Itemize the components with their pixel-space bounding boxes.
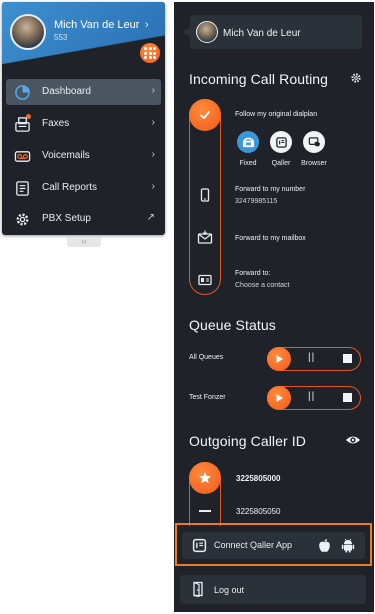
routing-option-label: Follow my original dialplan — [235, 111, 318, 118]
user-name: Mich Van de Leur — [223, 28, 301, 39]
browser-app-button[interactable] — [303, 131, 325, 153]
queue-play-button[interactable] — [267, 347, 291, 371]
panel-pointer — [183, 27, 190, 37]
dialpad-button[interactable] — [140, 43, 160, 63]
caller-id-number[interactable]: 3225805050 — [236, 507, 281, 516]
voicemail-icon — [14, 151, 31, 162]
chevron-right-icon: › — [151, 117, 155, 128]
app-label-qaller: Qaller — [271, 160, 291, 167]
chevron-right-icon: › — [151, 149, 155, 160]
app-label-fixed: Fixed — [239, 160, 257, 167]
sidebar-item-label: Faxes — [42, 118, 70, 129]
sidebar-item-label: Call Reports — [42, 182, 98, 193]
external-link-icon: ↗ — [146, 212, 155, 223]
user-name: Mich Van de Leur — [54, 19, 140, 31]
sidebar-item-label: PBX Setup — [42, 213, 91, 224]
star-icon — [199, 472, 211, 484]
logout-button[interactable] — [180, 575, 366, 604]
choose-contact-link[interactable]: Choose a contact — [235, 282, 289, 289]
call-reports-icon — [16, 181, 29, 196]
logout-label: Log out — [214, 585, 245, 595]
browser-phone-icon — [308, 136, 320, 146]
app-label-browser: Browser — [301, 160, 327, 167]
qaller-icon — [275, 136, 287, 148]
routing-option-dialplan-radio[interactable] — [189, 99, 221, 131]
routing-option-label: Forward to my number — [235, 186, 306, 193]
chevron-right-icon: › — [151, 181, 155, 192]
eye-icon[interactable] — [345, 434, 361, 446]
avatar — [196, 21, 218, 43]
mobile-phone-icon[interactable] — [199, 188, 211, 202]
play-icon — [276, 355, 283, 363]
queue-pause-button[interactable]: || — [308, 391, 315, 402]
caller-id-selected-radio[interactable] — [189, 462, 221, 494]
gear-icon[interactable] — [350, 72, 362, 84]
qaller-app-button[interactable] — [270, 131, 292, 153]
forward-number-value: 32479985115 — [235, 198, 278, 205]
sidebar-item-faxes[interactable]: Faxes › — [6, 111, 161, 137]
sidebar-item-call-reports[interactable]: Call Reports › — [6, 175, 161, 201]
mailbox-icon[interactable] — [197, 230, 213, 244]
sidebar-item-dashboard[interactable]: Dashboard › — [6, 79, 161, 105]
dashboard-icon — [15, 85, 30, 100]
collapse-sidebar-button[interactable]: ‹‹ — [67, 237, 101, 247]
sidebar-item-label: Dashboard — [42, 86, 91, 97]
queue-label: All Queues — [189, 354, 224, 361]
avatar[interactable] — [10, 14, 46, 50]
notification-badge — [26, 114, 31, 119]
dialpad-icon — [144, 47, 156, 59]
section-title-caller-id: Outgoing Caller ID — [189, 433, 306, 449]
queue-stop-button[interactable] — [343, 354, 352, 363]
fixed-phone-button[interactable] — [237, 131, 259, 153]
queue-label: Test Fonzer — [189, 394, 226, 401]
sidebar-item-pbx-setup[interactable]: PBX Setup ↗ — [6, 206, 161, 232]
side-menu: Mich Van de Leur 553 › Dashboard › Faxes… — [2, 2, 165, 235]
desk-phone-icon — [242, 137, 254, 147]
section-title-queue: Queue Status — [189, 317, 276, 333]
section-title-routing: Incoming Call Routing — [189, 71, 329, 87]
checkmark-icon — [200, 111, 210, 119]
caller-id-number[interactable]: 3225805000 — [236, 474, 281, 483]
chevron-right-icon[interactable]: › — [145, 19, 149, 31]
routing-option-label: Forward to my mailbox — [235, 235, 306, 242]
user-extension: 553 — [54, 33, 68, 42]
sidebar-item-voicemails[interactable]: Voicemails › — [6, 143, 161, 169]
logout-door-icon — [193, 581, 203, 597]
gear-icon — [16, 213, 29, 226]
chevron-right-icon: › — [151, 85, 155, 96]
highlight-frame — [175, 523, 372, 566]
play-icon — [276, 394, 283, 402]
caller-id-option-marker[interactable] — [199, 510, 211, 512]
queue-play-button[interactable] — [267, 386, 291, 410]
contact-card-icon[interactable] — [198, 274, 212, 286]
queue-stop-button[interactable] — [343, 393, 352, 402]
queue-pause-button[interactable]: || — [308, 352, 315, 363]
routing-option-label: Forward to: — [235, 270, 271, 277]
sidebar-item-label: Voicemails — [42, 150, 90, 161]
